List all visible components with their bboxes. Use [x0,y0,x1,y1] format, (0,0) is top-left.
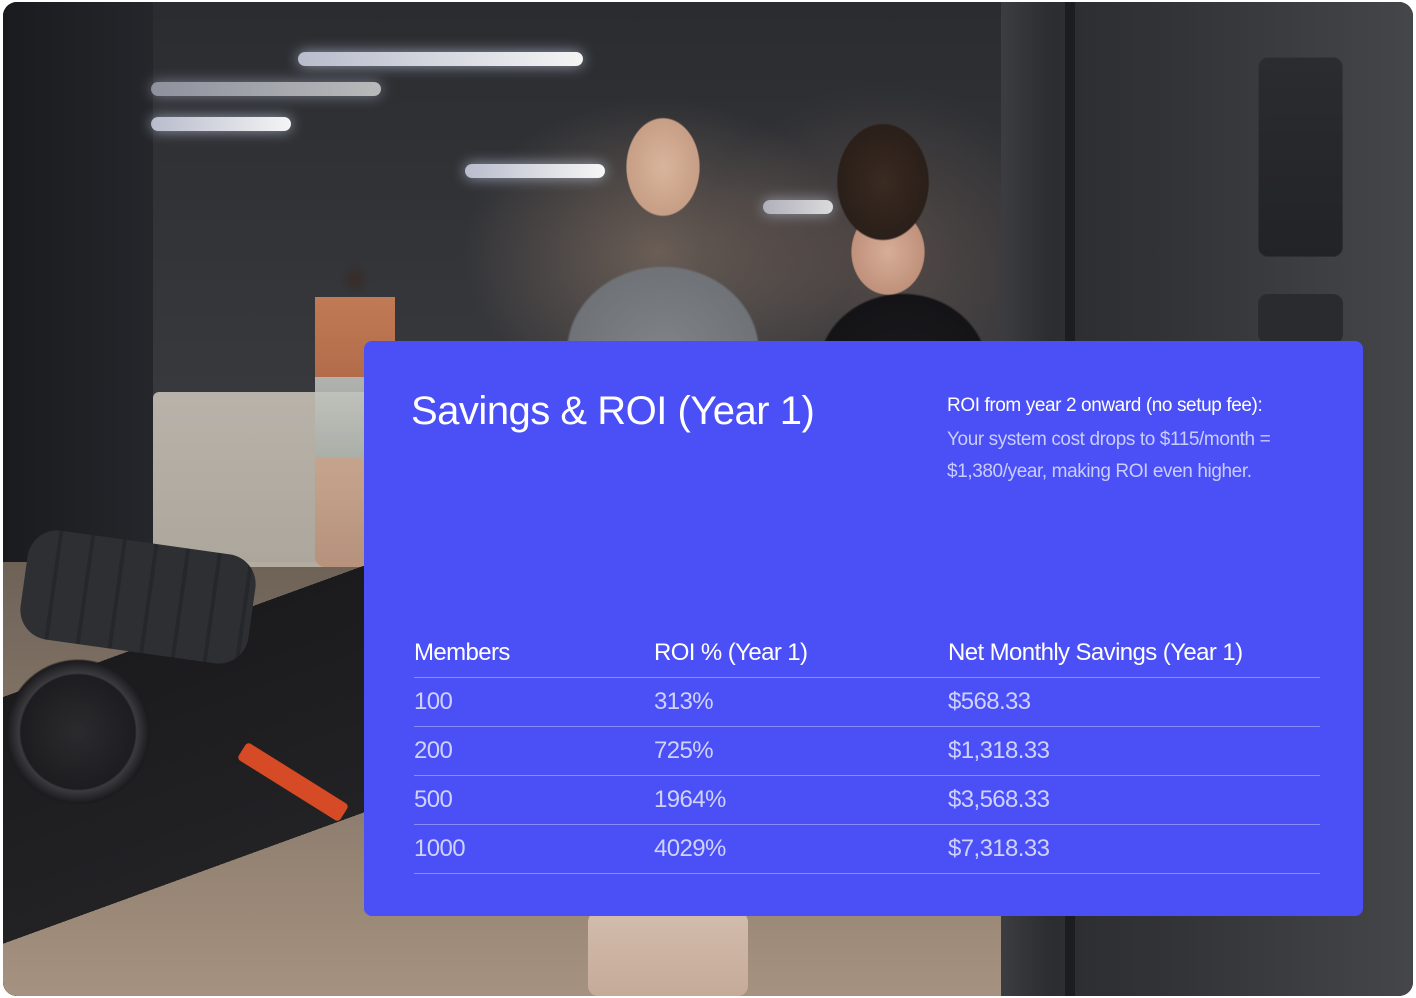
table-row: 1000 4029% $7,318.33 [414,825,1320,874]
table-header-row: Members ROI % (Year 1) Net Monthly Savin… [414,629,1320,678]
savings-cell: $568.33 [948,688,1031,715]
card-title: Savings & ROI (Year 1) [411,389,815,433]
roi-cell: 313% [654,688,714,715]
note-heading: ROI from year 2 onward (no setup fee): [947,395,1263,416]
table-row: 100 313% $568.33 [414,678,1320,727]
roi-cell: 4029% [654,835,726,862]
ceiling-light [151,82,381,96]
members-cell: 500 [414,786,453,813]
note-body: Your system cost drops to $115/month = $… [947,429,1271,482]
roi-note: ROI from year 2 onward (no setup fee): Y… [947,393,1327,488]
laughing-woman [793,72,1013,372]
ceiling-light [151,117,291,131]
person-legs [588,912,748,996]
access-control-device [1258,57,1343,257]
roi-card: Savings & ROI (Year 1) ROI from year 2 o… [364,341,1363,916]
table-row: 200 725% $1,318.33 [414,727,1320,776]
roi-cell: 1964% [654,786,726,813]
members-cell: 100 [414,688,453,715]
hero-frame: Savings & ROI (Year 1) ROI from year 2 o… [3,2,1413,996]
smiling-woman [528,72,798,372]
savings-cell: $1,318.33 [948,737,1050,764]
ceiling-light [298,52,583,66]
column-header-roi: ROI % (Year 1) [654,639,808,666]
column-header-savings: Net Monthly Savings (Year 1) [948,639,1243,666]
roi-cell: 725% [654,737,714,764]
device-lower-panel [1258,294,1343,344]
roi-table: Members ROI % (Year 1) Net Monthly Savin… [414,629,1320,874]
table-row: 500 1964% $3,568.33 [414,776,1320,825]
savings-cell: $7,318.33 [948,835,1050,862]
members-cell: 200 [414,737,453,764]
savings-cell: $3,568.33 [948,786,1050,813]
members-cell: 1000 [414,835,466,862]
column-header-members: Members [414,639,510,666]
